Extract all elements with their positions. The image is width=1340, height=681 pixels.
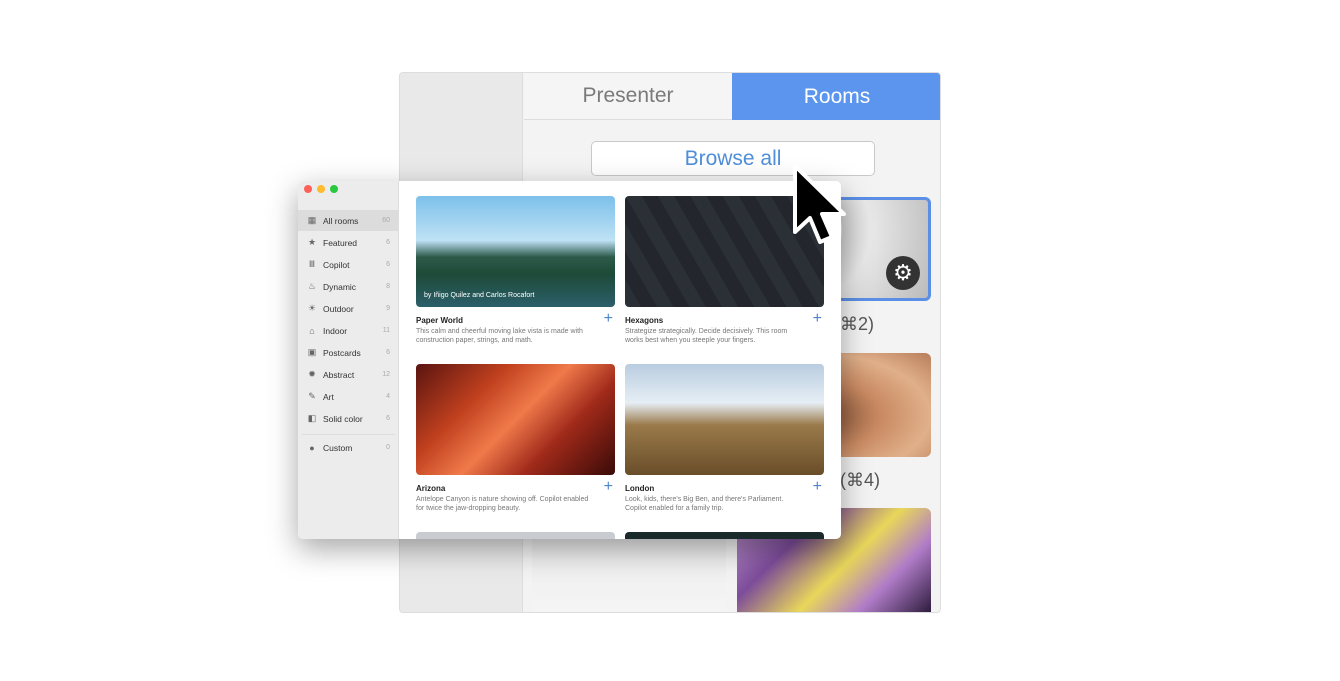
mouse-cursor <box>793 164 846 244</box>
tab-rooms[interactable]: Rooms <box>732 73 940 120</box>
sidebar-item-custom[interactable]: ● Custom 0 <box>298 437 399 458</box>
grid-icon: ▦ <box>307 215 317 225</box>
sidebar-item-count: 60 <box>382 217 390 224</box>
sidebar-item-label: Dynamic <box>323 281 357 292</box>
room-description: Antelope Canyon is nature showing off. C… <box>416 496 589 512</box>
gear-icon[interactable]: ⚙ <box>886 256 920 290</box>
sidebar-item-dynamic[interactable]: ♨ Dynamic 8 <box>298 276 399 297</box>
sidebar-item-count: 9 <box>386 305 390 312</box>
close-button[interactable] <box>304 185 312 193</box>
room-card[interactable]: Arizona Antelope Canyon is nature showin… <box>416 364 615 513</box>
room-title: London <box>625 484 655 493</box>
room-title: Hexagons <box>625 316 664 325</box>
star-icon: ★ <box>307 237 317 247</box>
tab-presenter[interactable]: Presenter <box>524 73 732 120</box>
room-description: Look, kids, there's Big Ben, and there's… <box>625 496 784 512</box>
person-icon: ● <box>309 442 315 453</box>
sidebar-item-count: 4 <box>386 393 390 400</box>
sidebar-item-label: Featured <box>323 237 358 248</box>
sidebar-item-count: 0 <box>386 444 390 451</box>
sidebar-item-outdoor[interactable]: ☀ Outdoor 9 <box>298 298 399 319</box>
sidebar-item-count: 8 <box>386 283 390 290</box>
browser-sidebar: ▦ All rooms 60 ★ Featured 6 Ⅲ Copilot 6 ♨ Dynamic 8… <box>298 181 399 539</box>
add-room-button[interactable]: + <box>604 310 613 328</box>
add-room-button[interactable]: + <box>813 478 822 496</box>
sidebar-item-count: 6 <box>386 415 390 422</box>
sun-icon: ☀ <box>307 303 317 313</box>
room-card[interactable]: by Iñigo Quilez and Carlos Rocafort Pape… <box>416 196 615 345</box>
burst-icon: ✹ <box>308 369 316 379</box>
house-icon: ⌂ <box>309 325 315 336</box>
sidebar-item-label: All rooms <box>323 215 359 226</box>
sidebar-item-count: 11 <box>382 327 390 334</box>
swatch-icon: ◧ <box>307 413 317 423</box>
sidebar-item-featured[interactable]: ★ Featured 6 <box>298 232 399 253</box>
sidebar-item-label: Outdoor <box>323 303 354 314</box>
room-credit: by Iñigo Quilez and Carlos Rocafort <box>424 292 535 299</box>
zoom-button[interactable] <box>330 185 338 193</box>
sidebar-item-solid-color[interactable]: ◧ Solid color 6 <box>298 408 399 429</box>
room-thumbnail[interactable]: by Iñigo Quilez and Carlos Rocafort <box>416 196 615 307</box>
room-description: Strategize strategically. Decide decisiv… <box>625 328 788 344</box>
add-room-button[interactable]: + <box>813 310 822 328</box>
room-description: This calm and cheerful moving lake vista… <box>416 328 583 344</box>
room-title: Paper World <box>416 316 463 325</box>
sidebar-item-copilot[interactable]: Ⅲ Copilot 6 <box>298 254 399 275</box>
room-label: (⌘4) <box>840 470 880 490</box>
room-browser-window: ▦ All rooms 60 ★ Featured 6 Ⅲ Copilot 6 ♨ Dynamic 8… <box>298 181 841 539</box>
sidebar-item-label: Copilot <box>323 259 350 270</box>
sidebar-divider <box>302 434 395 435</box>
minimize-button[interactable] <box>317 185 325 193</box>
sidebar-item-label: Solid color <box>323 413 363 424</box>
sidebar-item-all-rooms[interactable]: ▦ All rooms 60 <box>298 210 399 231</box>
brush-icon: ✎ <box>308 391 316 401</box>
sidebar-item-label: Postcards <box>323 347 361 358</box>
flame-icon: ♨ <box>307 281 317 291</box>
sidebar-item-postcards[interactable]: ▣ Postcards 6 <box>298 342 399 363</box>
copilot-icon: Ⅲ <box>308 259 316 269</box>
room-thumbnail[interactable] <box>625 364 824 475</box>
room-card[interactable]: London Look, kids, there's Big Ben, and … <box>625 364 824 513</box>
sidebar-item-label: Abstract <box>323 369 355 380</box>
sidebar-item-count: 12 <box>382 371 390 378</box>
sidebar-item-indoor[interactable]: ⌂ Indoor 11 <box>298 320 399 341</box>
sidebar-item-count: 6 <box>386 349 390 356</box>
room-thumbnail[interactable] <box>416 364 615 475</box>
sidebar-item-art[interactable]: ✎ Art 4 <box>298 386 399 407</box>
sidebar-item-count: 6 <box>386 239 390 246</box>
room-title: Arizona <box>416 484 446 493</box>
room-thumbnail[interactable] <box>625 532 824 539</box>
room-thumbnail[interactable] <box>416 532 615 539</box>
sidebar-item-label: Custom <box>323 442 353 453</box>
postcard-icon: ▣ <box>307 347 317 357</box>
sidebar-item-label: Art <box>323 391 334 402</box>
sidebar-item-count: 6 <box>386 261 390 268</box>
sidebar-item-abstract[interactable]: ✹ Abstract 12 <box>298 364 399 385</box>
sidebar-item-label: Indoor <box>323 325 348 336</box>
add-room-button[interactable]: + <box>604 478 613 496</box>
